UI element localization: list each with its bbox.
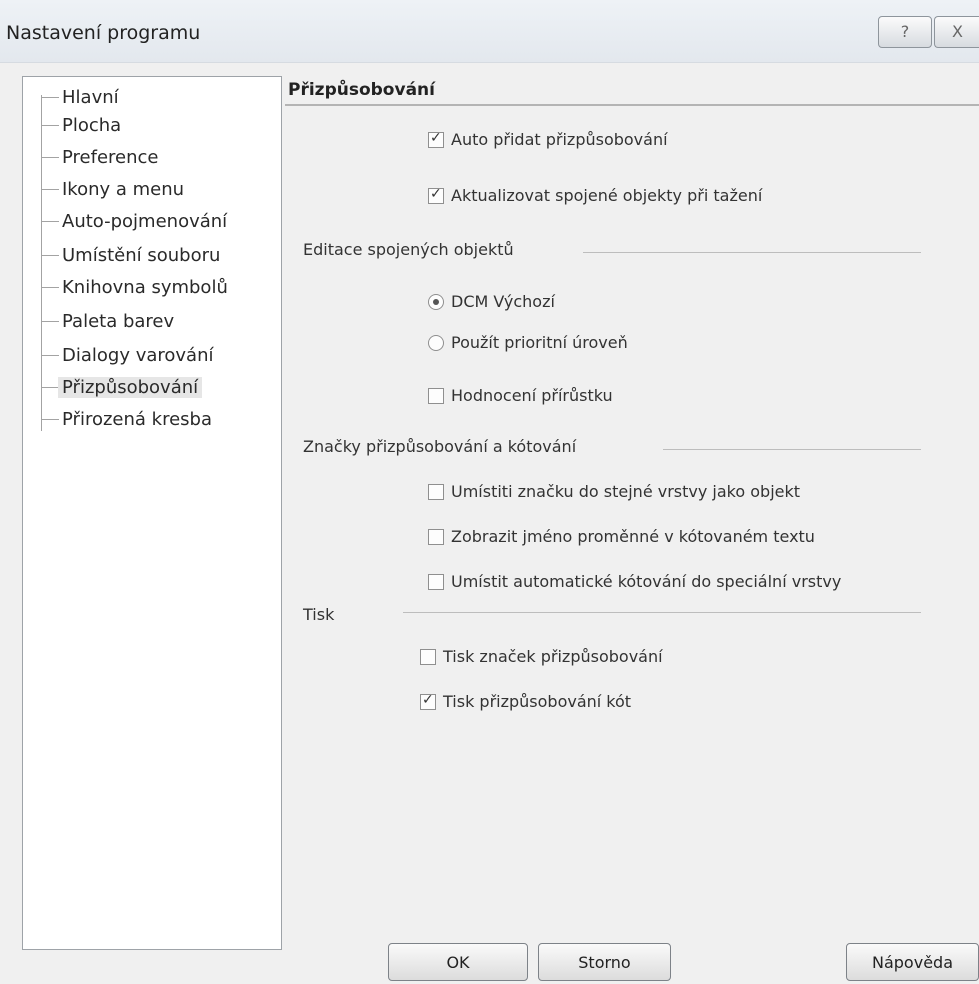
print-dims-checkbox[interactable]: Tisk přizpůsobování kót bbox=[420, 692, 631, 711]
tree-item-dialogy-varovani[interactable]: Dialogy varování bbox=[41, 341, 214, 369]
tree-item-hlavni[interactable]: Hlavní bbox=[41, 83, 119, 111]
marks-group-label: Značky přizpůsobování a kótování bbox=[303, 437, 577, 456]
radio-dot[interactable] bbox=[428, 293, 444, 310]
title-bar: Nastavení programu ? X bbox=[0, 0, 979, 63]
print-group-divider bbox=[403, 612, 921, 613]
print-marks-label: Tisk značek přizpůsobování bbox=[443, 647, 663, 666]
print-marks-checkbox[interactable]: Tisk značek přizpůsobování bbox=[420, 647, 663, 666]
checkbox-box[interactable] bbox=[428, 483, 444, 500]
panel-title-divider bbox=[285, 104, 979, 106]
print-group-label: Tisk bbox=[303, 605, 335, 624]
checkbox-box[interactable] bbox=[428, 573, 444, 590]
tree-item-prizpusobovani[interactable]: Přizpůsobování bbox=[41, 373, 203, 401]
same-layer-checkbox[interactable]: Umístiti značku do stejné vrstvy jako ob… bbox=[428, 482, 800, 501]
special-layer-checkbox[interactable]: Umístit automatické kótování do speciáln… bbox=[428, 572, 841, 591]
checkbox-box[interactable] bbox=[428, 186, 444, 204]
checkbox-box[interactable] bbox=[420, 692, 436, 710]
increment-eval-label: Hodnocení přírůstku bbox=[451, 386, 613, 405]
editing-group-divider bbox=[583, 252, 921, 253]
tree-item-plocha[interactable]: Plocha bbox=[41, 111, 121, 139]
ok-button[interactable]: OK bbox=[388, 943, 528, 981]
checkbox-box[interactable] bbox=[428, 130, 444, 148]
radio-dot[interactable] bbox=[428, 334, 444, 351]
settings-tree: Hlavní Plocha Preference Ikony a menu Au… bbox=[22, 76, 282, 950]
tree-item-auto-pojmenovani[interactable]: Auto-pojmenování bbox=[41, 207, 227, 235]
update-joined-checkbox[interactable]: Aktualizovat spojené objekty při tažení bbox=[428, 186, 762, 205]
cancel-button[interactable]: Storno bbox=[538, 943, 671, 981]
window-title: Nastavení programu bbox=[6, 22, 201, 44]
special-layer-label: Umístit automatické kótování do speciáln… bbox=[451, 572, 842, 591]
help-title-button[interactable]: ? bbox=[878, 16, 932, 48]
editing-group-label: Editace spojených objektů bbox=[303, 240, 514, 259]
tree-item-paleta-barev[interactable]: Paleta barev bbox=[41, 307, 174, 335]
tree-item-ikony-a-menu[interactable]: Ikony a menu bbox=[41, 175, 184, 203]
auto-add-label: Auto přidat přizpůsobování bbox=[451, 130, 668, 149]
tree-item-umisteni-souboru[interactable]: Umístění souboru bbox=[41, 241, 220, 269]
same-layer-label: Umístiti značku do stejné vrstvy jako ob… bbox=[451, 482, 801, 501]
checkbox-box[interactable] bbox=[420, 648, 436, 665]
checkbox-box[interactable] bbox=[428, 528, 444, 545]
print-dims-label: Tisk přizpůsobování kót bbox=[443, 692, 632, 711]
use-priority-label: Použít prioritní úroveň bbox=[451, 333, 628, 352]
use-priority-radio[interactable]: Použít prioritní úroveň bbox=[428, 333, 628, 352]
help-button[interactable]: Nápověda bbox=[846, 943, 979, 981]
tree-item-preference[interactable]: Preference bbox=[41, 143, 159, 171]
panel-title: Přizpůsobování bbox=[288, 80, 435, 100]
increment-eval-checkbox[interactable]: Hodnocení přírůstku bbox=[428, 386, 613, 405]
auto-add-checkbox[interactable]: Auto přidat přizpůsobování bbox=[428, 130, 668, 149]
update-joined-label: Aktualizovat spojené objekty při tažení bbox=[451, 186, 763, 205]
show-var-name-checkbox[interactable]: Zobrazit jméno proměnné v kótovaném text… bbox=[428, 527, 815, 546]
tree-item-prirozena-kresba[interactable]: Přirozená kresba bbox=[41, 405, 212, 433]
show-var-name-label: Zobrazit jméno proměnné v kótovaném text… bbox=[451, 527, 815, 546]
dcm-default-label: DCM Výchozí bbox=[451, 292, 555, 311]
checkbox-box[interactable] bbox=[428, 387, 444, 404]
dcm-default-radio[interactable]: DCM Výchozí bbox=[428, 292, 555, 311]
tree-item-knihovna-symbolu[interactable]: Knihovna symbolů bbox=[41, 273, 228, 301]
close-button[interactable]: X bbox=[934, 16, 979, 48]
marks-group-divider bbox=[663, 449, 921, 450]
